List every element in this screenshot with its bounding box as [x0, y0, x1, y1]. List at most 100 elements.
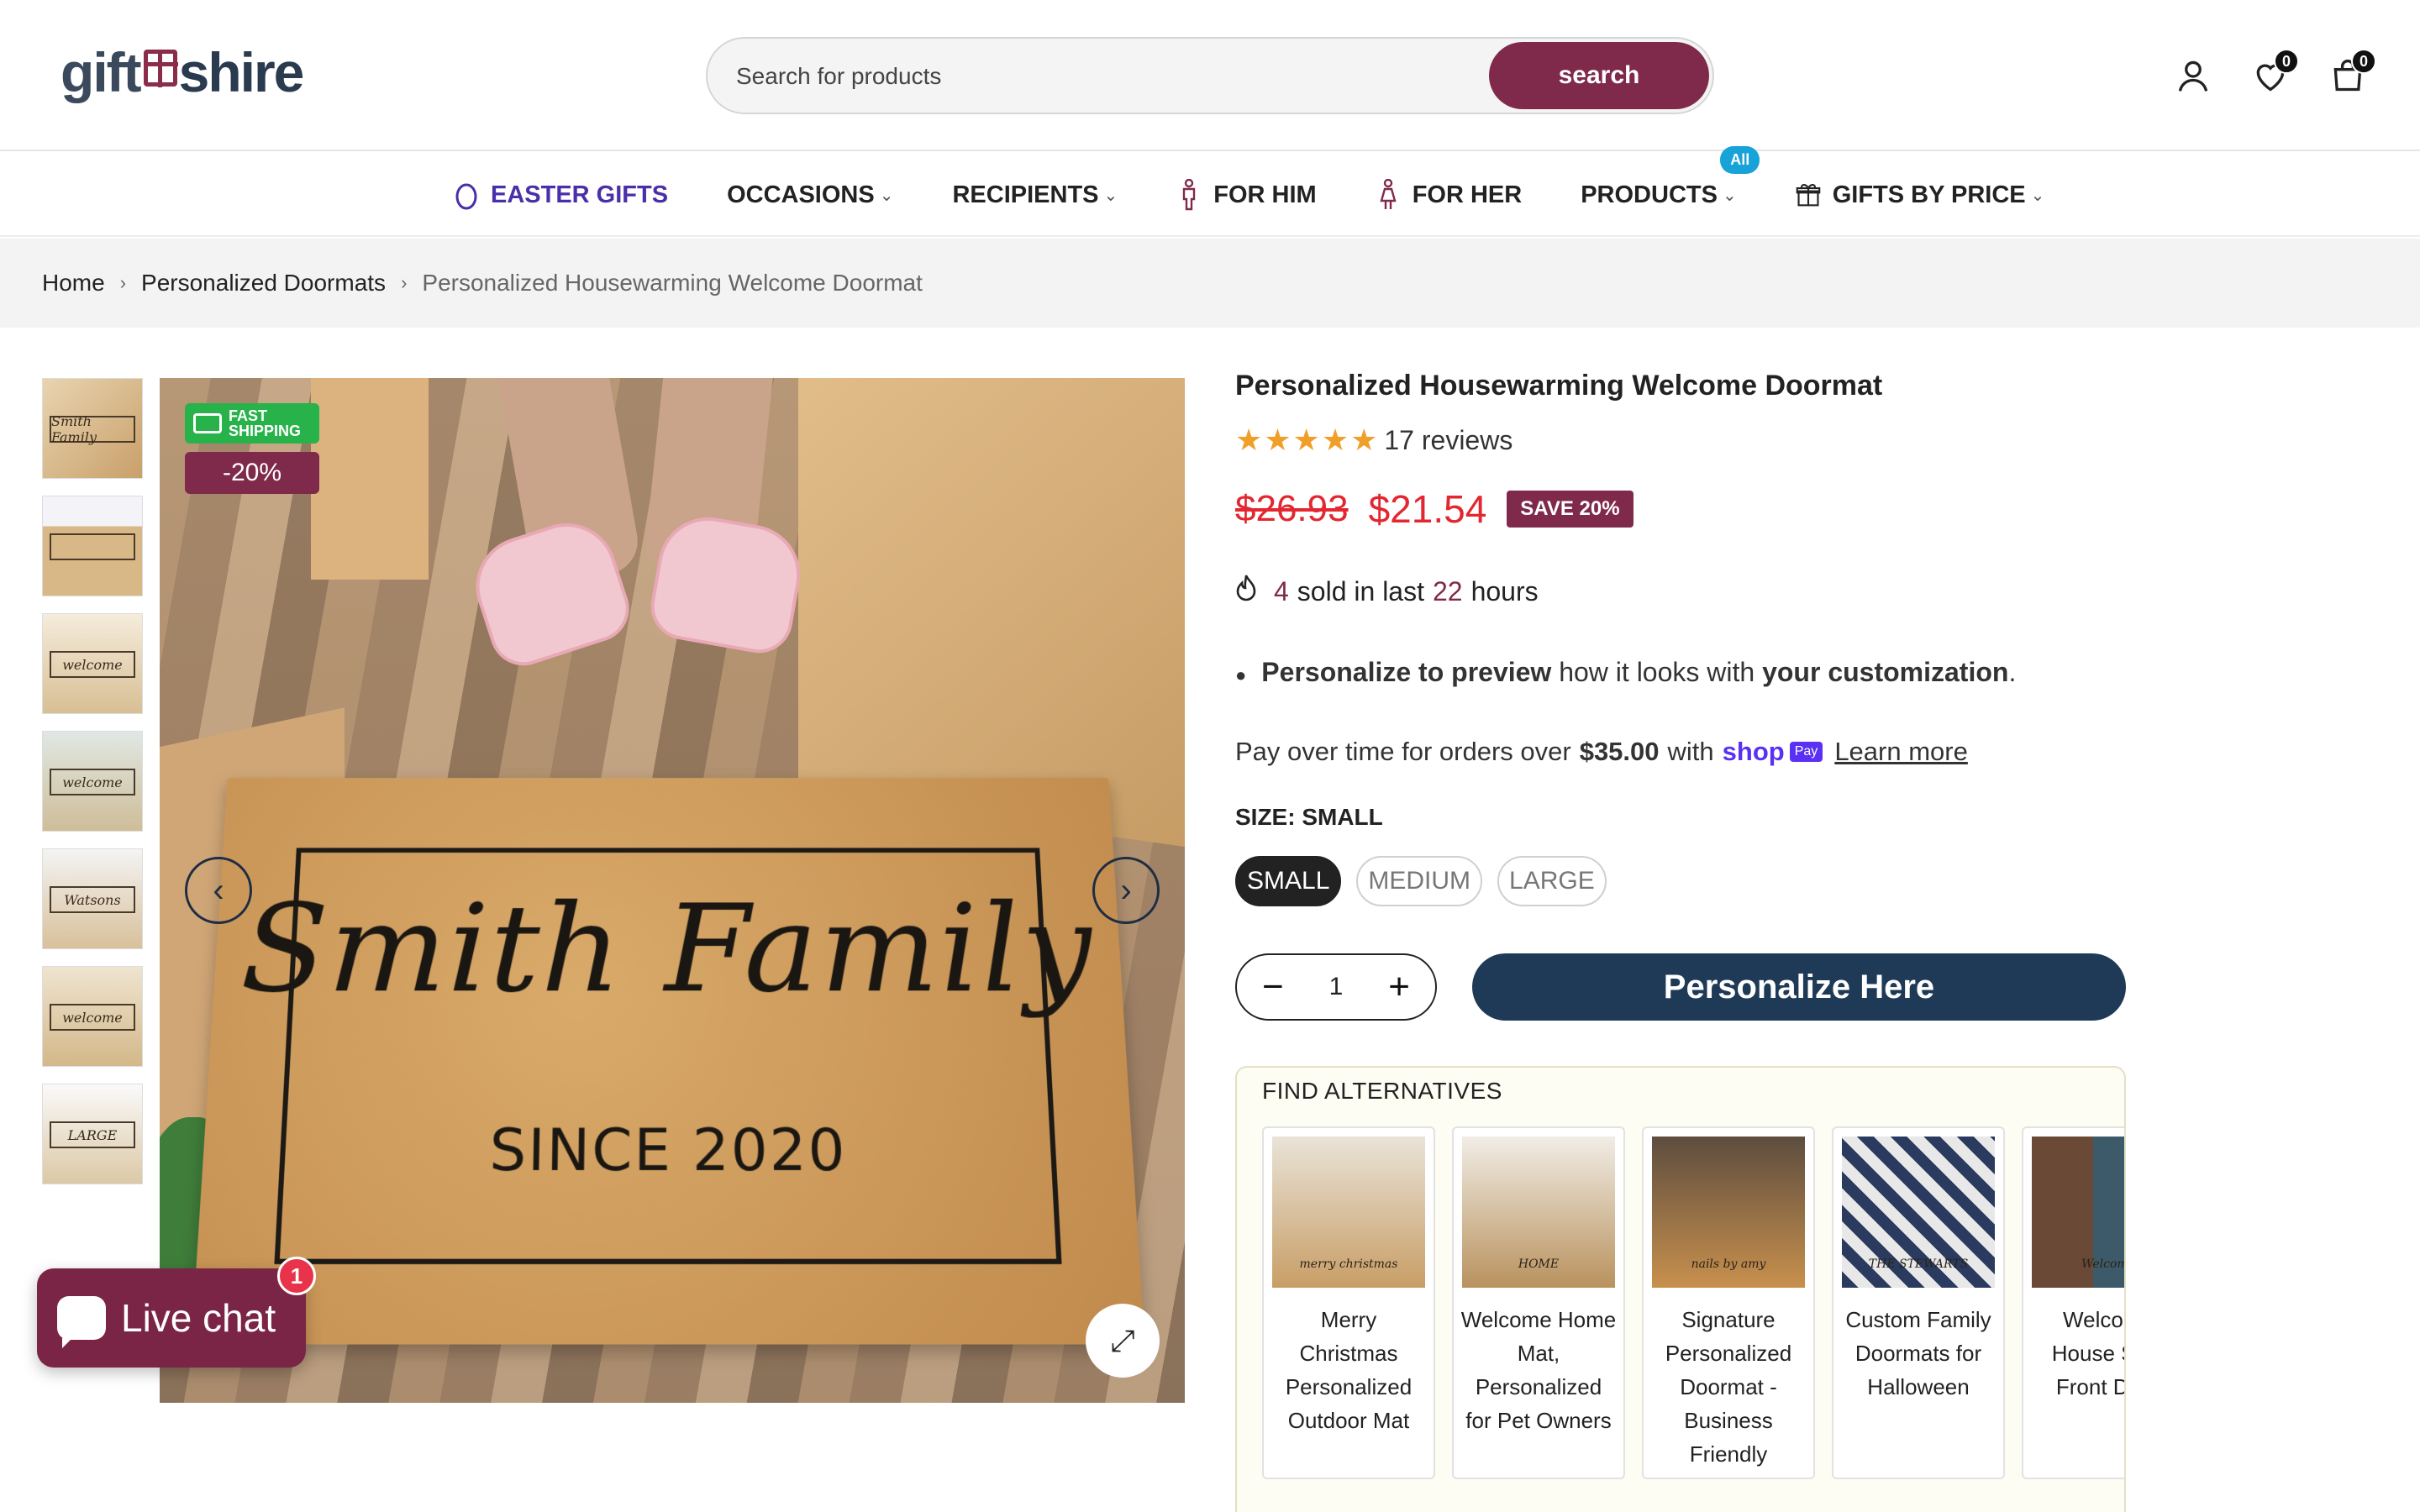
- wishlist-count-badge: 0: [2274, 49, 2299, 74]
- chat-bubble-icon: [57, 1296, 106, 1348]
- nav-label: GIFTS BY PRICE: [1832, 181, 2026, 208]
- bullet-text-1: how it looks with: [1559, 657, 1755, 687]
- alternative-card[interactable]: THE STEWARTS Custom Family Doormats for …: [1832, 1126, 2005, 1479]
- personalize-bullet: ● Personalize to preview how it looks wi…: [1235, 657, 2126, 688]
- thumbnail-strip: Smith Family welcome welcome Watsons wel…: [42, 378, 143, 1201]
- live-chat-label: Live chat: [121, 1296, 276, 1340]
- review-count[interactable]: 17 reviews: [1384, 425, 1512, 456]
- main-product-image[interactable]: Smith Family SINCE 2020 FAST SHIPPING -20…: [160, 378, 1185, 1403]
- doormat: Smith Family SINCE 2020: [191, 778, 1145, 1345]
- sold-hours: 22: [1432, 576, 1463, 606]
- nav-label: OCCASIONS: [727, 181, 875, 208]
- alternative-card[interactable]: Welcome Welcome House Sign Front Door: [2022, 1126, 2124, 1479]
- search-input[interactable]: [736, 54, 1492, 99]
- chevron-down-icon: ⌄: [1722, 186, 1737, 205]
- alternative-image-text: merry christmas: [1299, 1257, 1398, 1271]
- nav-recipients[interactable]: RECIPIENTS ⌄: [952, 181, 1118, 209]
- product-rating[interactable]: ★★★★★ 17 reviews: [1235, 423, 2126, 458]
- logo-text-gift: gift: [60, 41, 142, 103]
- nav-products[interactable]: PRODUCTS ⌄ All: [1581, 145, 1760, 209]
- alternative-image-text: THE STEWARTS: [1868, 1257, 1969, 1271]
- personalize-button[interactable]: Personalize Here: [1472, 953, 2126, 1021]
- nav-for-her[interactable]: FOR HER: [1376, 179, 1523, 211]
- breadcrumb-current: Personalized Housewarming Welcome Doorma…: [422, 270, 923, 296]
- alternative-image-text: nails by amy: [1691, 1257, 1766, 1271]
- thumbnail-text: welcome: [50, 1004, 135, 1031]
- giftshire-logo[interactable]: gift shire: [60, 40, 305, 104]
- gift-box-icon: [143, 50, 178, 87]
- nav-easter-gifts[interactable]: EASTER GIFTS: [454, 179, 668, 211]
- nav-label: FOR HER: [1412, 181, 1523, 208]
- purchase-row: − 1 + Personalize Here: [1235, 953, 2126, 1021]
- breadcrumb-category[interactable]: Personalized Doormats: [141, 270, 386, 297]
- thumbnail[interactable]: [42, 496, 143, 596]
- decrease-quantity-button[interactable]: −: [1262, 966, 1284, 1008]
- cart-bag-icon[interactable]: 0: [2326, 49, 2376, 101]
- nav-label: RECIPIENTS: [952, 181, 1099, 208]
- search-button[interactable]: search: [1489, 42, 1709, 109]
- alternative-card[interactable]: nails by amy Signature Personalized Door…: [1642, 1126, 1815, 1479]
- save-badge: SAVE 20%: [1507, 491, 1634, 528]
- product-title: Personalized Housewarming Welcome Doorma…: [1235, 370, 1883, 402]
- alternative-name: Custom Family Doormats for Halloween: [1845, 1307, 1991, 1399]
- nav-gifts-by-price[interactable]: GIFTS BY PRICE ⌄: [1796, 179, 2045, 211]
- live-chat-button[interactable]: Live chat: [37, 1268, 306, 1368]
- logo-text-shire: shire: [178, 41, 305, 103]
- sold-recently: 4 sold in last 22 hours: [1235, 574, 2126, 610]
- product-info: Personalized Housewarming Welcome Doorma…: [1235, 370, 2126, 1512]
- increase-quantity-button[interactable]: +: [1388, 966, 1410, 1008]
- search-bar: search: [706, 37, 1714, 114]
- alternative-card[interactable]: merry christmas Merry Christmas Personal…: [1262, 1126, 1435, 1479]
- thumbnail[interactable]: welcome: [42, 731, 143, 832]
- thumbnail-text: [50, 533, 135, 560]
- nav-label: FOR HIM: [1213, 181, 1317, 208]
- previous-image-button[interactable]: ‹: [185, 857, 252, 924]
- quantity-value[interactable]: 1: [1329, 973, 1344, 1001]
- gift-icon: [1796, 179, 1821, 211]
- pay-prefix: Pay over time for orders over: [1235, 737, 1571, 766]
- bullet-bold-1: Personalize to preview: [1261, 657, 1552, 687]
- alternative-card[interactable]: HOME Welcome Home Mat, Personalized for …: [1452, 1126, 1625, 1479]
- thumbnail[interactable]: welcome: [42, 613, 143, 714]
- size-option-medium[interactable]: MEDIUM: [1356, 856, 1483, 906]
- learn-more-link[interactable]: Learn more: [1834, 737, 1968, 767]
- alternative-image: Welcome: [2032, 1137, 2124, 1288]
- chevron-down-icon: ⌄: [879, 186, 894, 205]
- alternatives-list[interactable]: merry christmas Merry Christmas Personal…: [1262, 1126, 2124, 1479]
- nav-for-him[interactable]: FOR HIM: [1176, 179, 1317, 211]
- fire-icon: [1235, 574, 1259, 610]
- thumbnail-text: welcome: [50, 769, 135, 795]
- person-legs: [462, 378, 815, 675]
- thumbnail[interactable]: Watsons: [42, 848, 143, 949]
- alternative-image: merry christmas: [1272, 1137, 1425, 1288]
- breadcrumb-home[interactable]: Home: [42, 270, 105, 297]
- alternative-name: Signature Personalized Doormat - Busines…: [1665, 1307, 1792, 1467]
- alternative-image-text: Welcome: [2081, 1257, 2124, 1271]
- account-icon[interactable]: [2171, 50, 2215, 101]
- find-alternatives-panel: FIND ALTERNATIVES merry christmas Merry …: [1235, 1066, 2126, 1512]
- discount-badge: -20%: [185, 452, 319, 494]
- thumbnail[interactable]: LARGE: [42, 1084, 143, 1184]
- thumbnail-text: Watsons: [50, 886, 135, 913]
- sold-count: 4: [1274, 576, 1289, 606]
- chevron-down-icon: ⌄: [2030, 186, 2045, 205]
- thumbnail[interactable]: welcome: [42, 966, 143, 1067]
- pay-with: with: [1667, 737, 1714, 766]
- thumbnail[interactable]: Smith Family: [42, 378, 143, 479]
- next-image-button[interactable]: ›: [1092, 857, 1160, 924]
- pay-later-info: Pay over time for orders over $35.00 wit…: [1235, 737, 2126, 767]
- size-option-large[interactable]: LARGE: [1497, 856, 1607, 906]
- breadcrumb: Home › Personalized Doormats › Personali…: [0, 239, 2420, 328]
- size-option-small[interactable]: SMALL: [1235, 856, 1342, 906]
- nav-occasions[interactable]: OCCASIONS ⌄: [727, 181, 893, 209]
- chevron-right-icon: ›: [401, 272, 408, 293]
- chevron-right-icon: ›: [119, 272, 127, 293]
- alternatives-title: FIND ALTERNATIVES: [1262, 1078, 1502, 1104]
- man-figure-icon: [1176, 179, 1202, 211]
- wishlist-heart-icon[interactable]: 0: [2249, 49, 2299, 101]
- alternative-name: Welcome Home Mat, Personalized for Pet O…: [1460, 1307, 1617, 1433]
- expand-icon[interactable]: ⤢: [1086, 1304, 1160, 1378]
- truck-icon: [193, 413, 222, 433]
- thumbnail-text: Smith Family: [50, 413, 135, 445]
- header-actions: 0 0: [2171, 49, 2376, 101]
